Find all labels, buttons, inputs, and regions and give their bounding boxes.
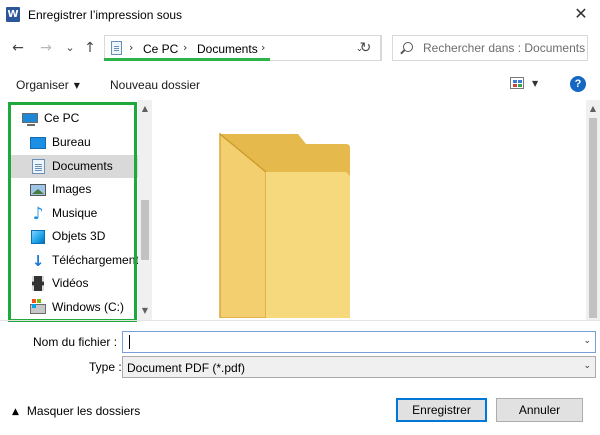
crumb-separator[interactable]: › <box>261 41 265 54</box>
refresh-button[interactable]: ↻ <box>351 35 381 61</box>
sidebar-item-label: Vidéos <box>52 276 89 290</box>
chevron-up-icon: ▲ <box>12 407 19 417</box>
recent-locations-button[interactable]: ⌄ <box>60 38 80 58</box>
sidebar-item-label: Documents <box>52 159 113 173</box>
scroll-down-icon[interactable]: ▼ <box>138 304 152 318</box>
sidebar-item-documents[interactable]: Documents <box>8 155 138 178</box>
sidebar-item-images[interactable]: Images <box>8 178 138 201</box>
up-button[interactable]: ↑ <box>80 38 100 58</box>
music-icon: ♪ <box>32 204 44 224</box>
search-box[interactable] <box>392 35 588 61</box>
scrollbar-thumb[interactable] <box>589 118 597 318</box>
filename-input[interactable] <box>127 334 567 350</box>
chevron-down-icon[interactable]: ⌄ <box>583 336 591 346</box>
file-list-scrollbar[interactable]: ▲ <box>586 100 600 320</box>
search-input[interactable] <box>423 38 587 58</box>
divider <box>0 320 600 321</box>
scrollbar-thumb[interactable] <box>141 200 149 260</box>
sidebar-item-objets-3d[interactable]: Objets 3D <box>8 225 138 248</box>
filetype-label: Type : <box>89 360 122 374</box>
organize-button[interactable]: Organiser ▼ <box>16 78 80 92</box>
new-folder-button[interactable]: Nouveau dossier <box>110 78 200 92</box>
breadcrumb-documents[interactable]: Documents <box>197 42 258 56</box>
caret-down-icon: ▼ <box>73 81 80 90</box>
window-title: Enregistrer l’impression sous <box>28 8 183 22</box>
drive-icon <box>30 299 46 314</box>
documents-location-icon <box>111 41 122 55</box>
folder-icon[interactable] <box>214 132 350 318</box>
chevron-down-icon: ⌄ <box>583 361 591 371</box>
navigation-pane-scrollbar[interactable]: ▲ ▼ <box>138 100 152 320</box>
hide-folders-button[interactable]: ▲ Masquer les dossiers <box>12 404 140 418</box>
command-toolbar: Organiser ▼ Nouveau dossier ▼ ? <box>0 70 600 100</box>
filename-field[interactable]: ⌄ <box>122 331 596 353</box>
save-button[interactable]: Enregistrer <box>396 398 487 422</box>
organize-label: Organiser <box>16 78 69 92</box>
title-bar: W Enregistrer l’impression sous ✕ <box>0 0 600 30</box>
sidebar-item-label: Images <box>52 182 92 196</box>
breadcrumb-ce-pc[interactable]: Ce PC <box>143 42 178 56</box>
sidebar-item-label: Objets 3D <box>52 229 106 243</box>
filename-label: Nom du fichier : <box>33 335 118 349</box>
navigation-pane: Ce PC Bureau Documents Images ♪ Musique … <box>8 100 152 320</box>
navigation-bar: ← → ⌄ ↑ › Ce PC › Documents › ⌄ ↻ <box>0 32 600 66</box>
sidebar-item-label: Bureau <box>52 135 91 149</box>
filetype-select[interactable]: Document PDF (*.pdf) ⌄ <box>122 356 596 378</box>
view-options-icon[interactable] <box>510 77 524 89</box>
objects-3d-icon <box>31 230 45 244</box>
downloads-icon: ↓ <box>31 252 45 270</box>
filetype-value: Document PDF (*.pdf) <box>127 361 246 375</box>
sidebar-item-label: Windows (C:) <box>52 300 125 314</box>
sidebar-item-label: Téléchargements <box>52 253 138 267</box>
documents-icon <box>32 159 45 174</box>
search-icon <box>403 42 413 52</box>
sidebar-item-label: Musique <box>52 206 98 220</box>
sidebar-item-label: Ce PC <box>44 111 80 125</box>
sidebar-item-bureau[interactable]: Bureau <box>8 131 138 154</box>
scroll-up-icon[interactable]: ▲ <box>138 102 152 116</box>
sidebar-item-windows-c[interactable]: Windows (C:) <box>8 296 138 319</box>
word-app-icon: W <box>6 7 20 22</box>
forward-button[interactable]: → <box>36 38 56 58</box>
sidebar-item-ce-pc[interactable]: Ce PC <box>8 107 138 130</box>
address-highlight-underline <box>104 58 270 61</box>
back-button[interactable]: ← <box>8 38 28 58</box>
sidebar-item-telechargements[interactable]: ↓ Téléchargements <box>8 249 138 272</box>
caret-down-icon[interactable]: ▼ <box>532 79 538 88</box>
scroll-up-icon[interactable]: ▲ <box>586 102 600 116</box>
close-button[interactable]: ✕ <box>566 2 596 28</box>
videos-icon <box>32 276 44 291</box>
crumb-separator[interactable]: › <box>129 41 133 54</box>
computer-icon <box>22 113 38 126</box>
file-list-area[interactable] <box>154 100 586 320</box>
pictures-icon <box>30 184 46 196</box>
sidebar-item-videos[interactable]: Vidéos <box>8 272 138 295</box>
cancel-button[interactable]: Annuler <box>496 398 583 422</box>
desktop-icon <box>30 137 46 149</box>
sidebar-item-musique[interactable]: ♪ Musique <box>8 202 138 225</box>
hide-folders-label: Masquer les dossiers <box>26 404 141 418</box>
help-button[interactable]: ? <box>570 76 586 92</box>
crumb-separator[interactable]: › <box>183 41 187 54</box>
